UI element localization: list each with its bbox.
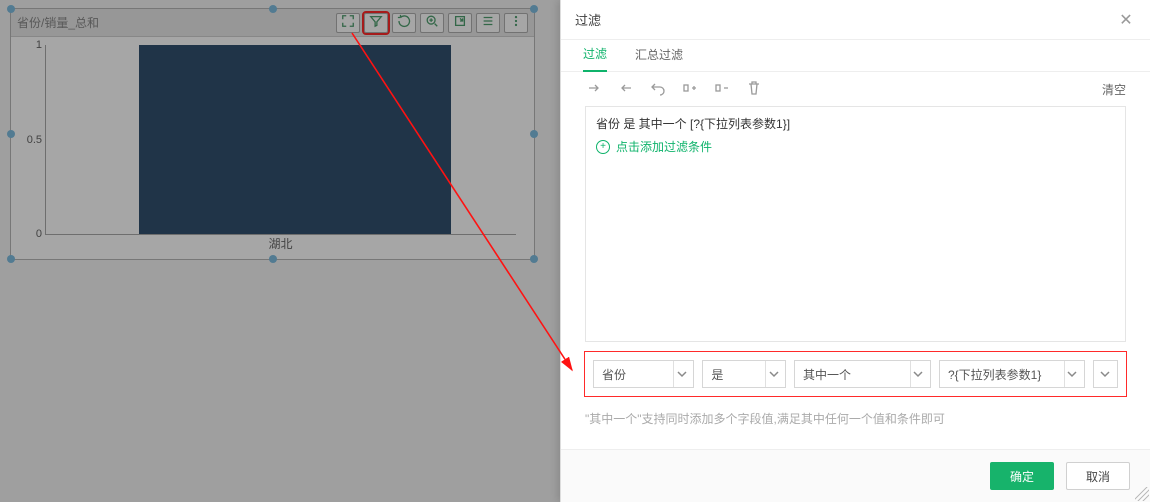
field-select-value: 省份 bbox=[602, 366, 626, 383]
operator-select-value: 是 bbox=[711, 366, 723, 383]
filter-panel: 过滤 ✕ 过滤 汇总过滤 清空 省份 是 其中一个 [?{下拉列表参数1}] +… bbox=[560, 0, 1150, 502]
remove-sibling-button[interactable] bbox=[713, 80, 731, 98]
undo-icon bbox=[650, 80, 666, 99]
arrow-right-icon bbox=[586, 80, 602, 99]
panel-footer: 确定 取消 bbox=[561, 449, 1150, 502]
delete-button[interactable] bbox=[745, 80, 763, 98]
filter-builder-row: 省份 是 其中一个 ?{下拉列表参数1} bbox=[585, 352, 1126, 396]
panel-title: 过滤 bbox=[575, 10, 601, 29]
chevron-down-icon bbox=[1094, 361, 1117, 387]
operator-select[interactable]: 是 bbox=[702, 360, 786, 388]
hint-text: "其中一个"支持同时添加多个字段值,满足其中任何一个值和条件即可 bbox=[585, 410, 1126, 427]
chevron-down-icon bbox=[910, 361, 926, 387]
indent-left-button[interactable] bbox=[617, 80, 635, 98]
remove-node-icon bbox=[714, 80, 730, 99]
resize-grip[interactable] bbox=[1135, 487, 1149, 501]
tab-summary-filter[interactable]: 汇总过滤 bbox=[635, 46, 683, 71]
chevron-down-icon bbox=[673, 361, 689, 387]
close-icon: ✕ bbox=[1119, 10, 1132, 30]
filter-condition-row[interactable]: 省份 是 其中一个 [?{下拉列表参数1}] bbox=[596, 115, 1115, 132]
ok-button[interactable]: 确定 bbox=[990, 462, 1054, 490]
clear-button[interactable]: 清空 bbox=[1102, 81, 1126, 98]
value-picker-button[interactable] bbox=[1093, 360, 1118, 388]
plus-circle-icon: + bbox=[596, 140, 610, 154]
field-select[interactable]: 省份 bbox=[593, 360, 694, 388]
arrow-left-icon bbox=[618, 80, 634, 99]
indent-right-button[interactable] bbox=[585, 80, 603, 98]
close-button[interactable]: ✕ bbox=[1116, 10, 1136, 30]
chevron-down-icon bbox=[765, 361, 781, 387]
value-select-value: ?{下拉列表参数1} bbox=[948, 366, 1041, 383]
panel-toolbar: 清空 bbox=[561, 72, 1150, 106]
panel-tabs: 过滤 汇总过滤 bbox=[561, 40, 1150, 72]
match-select-value: 其中一个 bbox=[803, 366, 851, 383]
value-select[interactable]: ?{下拉列表参数1} bbox=[939, 360, 1085, 388]
undo-button[interactable] bbox=[649, 80, 667, 98]
add-node-icon bbox=[682, 80, 698, 99]
add-filter-condition[interactable]: + 点击添加过滤条件 bbox=[596, 138, 1115, 155]
chevron-down-icon bbox=[1064, 361, 1080, 387]
match-select[interactable]: 其中一个 bbox=[794, 360, 931, 388]
add-filter-label: 点击添加过滤条件 bbox=[616, 138, 712, 155]
trash-icon bbox=[746, 80, 762, 99]
tab-filter[interactable]: 过滤 bbox=[583, 45, 607, 72]
filter-condition-list: 省份 是 其中一个 [?{下拉列表参数1}] + 点击添加过滤条件 bbox=[585, 106, 1126, 342]
add-sibling-button[interactable] bbox=[681, 80, 699, 98]
panel-header: 过滤 ✕ bbox=[561, 0, 1150, 40]
cancel-button[interactable]: 取消 bbox=[1066, 462, 1130, 490]
